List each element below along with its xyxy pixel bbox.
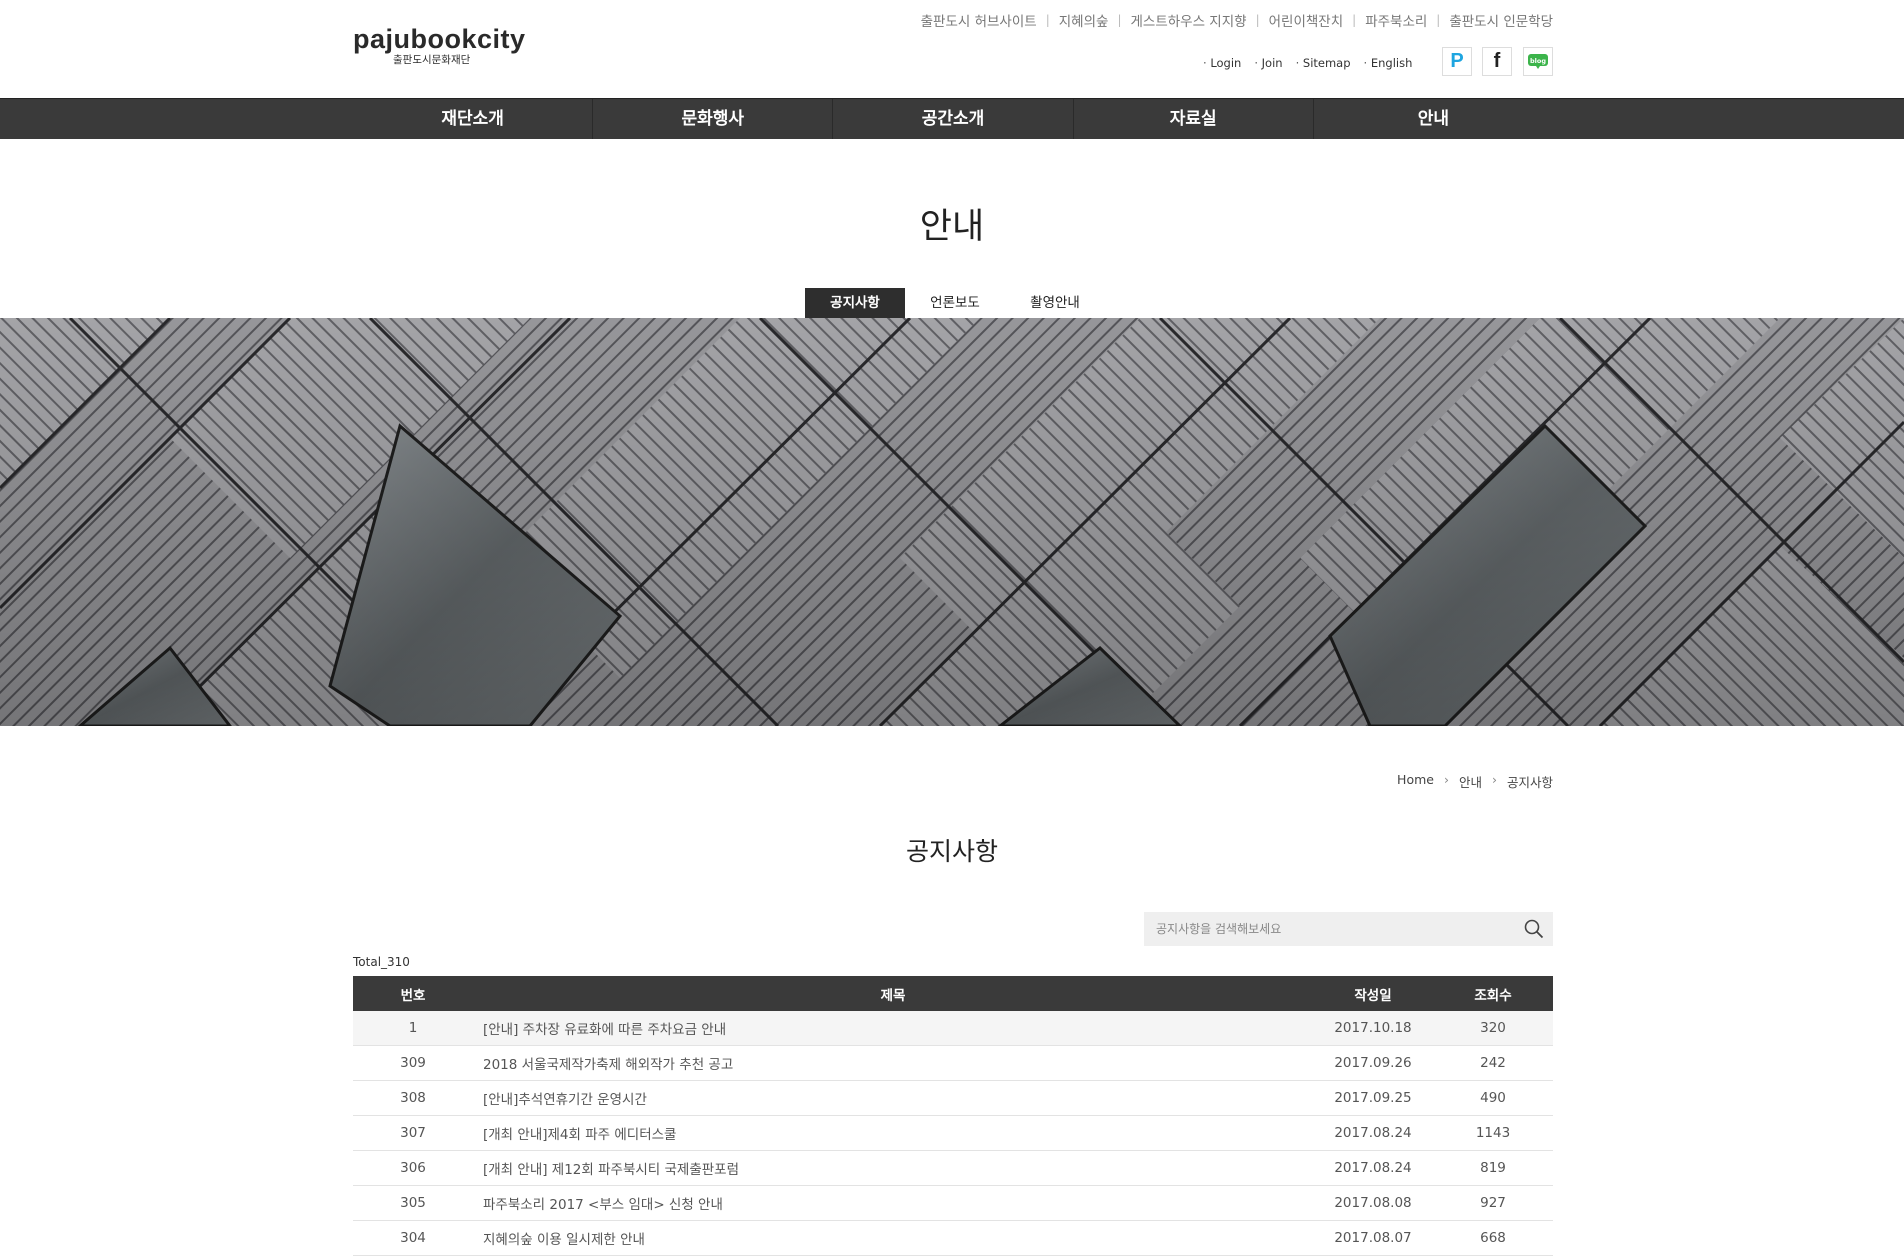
separator: | <box>1045 13 1050 27</box>
facebook-icon: f <box>1493 50 1501 72</box>
row-views: 668 <box>1433 1220 1553 1256</box>
site-header: pajubookcity 출판도시문화재단 출판도시 허브사이트 | 지혜의숲 … <box>0 0 1904 98</box>
utility-links: 출판도시 허브사이트 | 지혜의숲 | 게스트하우스 지지향 | 어린이책잔치 … <box>921 10 1553 30</box>
chevron-right-icon: › <box>1491 772 1497 787</box>
tab-filming-guide[interactable]: 촬영안내 <box>1005 288 1105 318</box>
row-title-link[interactable]: 파주북소리 2017 <부스 임대> 신청 안내 <box>473 1185 1313 1221</box>
breadcrumb: Home › 안내 › 공지사항 <box>1397 772 1553 791</box>
row-date: 2017.10.18 <box>1313 1011 1433 1046</box>
nav-archive[interactable]: 자료실 <box>1074 99 1314 139</box>
util-link-guesthouse[interactable]: 게스트하우스 지지향 <box>1130 10 1246 30</box>
tab-press[interactable]: 언론보도 <box>905 288 1005 318</box>
row-views: 242 <box>1433 1045 1553 1081</box>
column-header-views: 조회수 <box>1433 976 1553 1011</box>
row-title-link[interactable]: [안내]추석연휴기간 운영시간 <box>473 1080 1313 1116</box>
join-link[interactable]: Join <box>1254 56 1283 70</box>
nav-cultural-events[interactable]: 문화행사 <box>593 99 834 139</box>
table-row[interactable]: 1 [안내] 주차장 유료화에 따른 주차요금 안내 2017.10.18 32… <box>353 1011 1553 1046</box>
sns-post-button[interactable]: P <box>1442 47 1472 76</box>
nav-foundation[interactable]: 재단소개 <box>353 99 594 139</box>
table-row[interactable]: 308 [안내]추석연휴기간 운영시간 2017.09.25 490 <box>353 1080 1553 1116</box>
row-date: 2017.08.07 <box>1313 1220 1433 1256</box>
row-number: 306 <box>353 1150 473 1186</box>
row-views: 1143 <box>1433 1115 1553 1151</box>
tab-notices[interactable]: 공지사항 <box>805 288 905 318</box>
row-title-link[interactable]: [개최 안내] 제12회 파주북시티 국제출판포럼 <box>473 1150 1313 1186</box>
separator: | <box>1436 13 1441 27</box>
table-row[interactable]: 304 지혜의숲 이용 일시제한 안내 2017.08.07 668 <box>353 1220 1553 1256</box>
row-date: 2017.08.24 <box>1313 1115 1433 1151</box>
row-title-link[interactable]: 2018 서울국제작가축제 해외작가 추천 공고 <box>473 1045 1313 1081</box>
sns-blog-button[interactable]: blog <box>1523 47 1553 76</box>
logo-subtitle: 출판도시문화재단 <box>393 54 471 66</box>
search-box <box>1144 912 1553 946</box>
building-facade-image <box>0 318 1904 726</box>
blog-icon: blog <box>1530 56 1546 65</box>
row-views: 320 <box>1433 1011 1553 1046</box>
english-link[interactable]: English <box>1364 56 1413 70</box>
util-link-kids-book-fair[interactable]: 어린이책잔치 <box>1269 10 1344 30</box>
row-number: 1 <box>353 1011 473 1046</box>
breadcrumb-home[interactable]: Home <box>1397 772 1434 791</box>
util-link-booksori[interactable]: 파주북소리 <box>1365 10 1427 30</box>
separator: | <box>1117 13 1122 27</box>
column-header-number: 번호 <box>353 976 473 1011</box>
hero-banner-image <box>0 318 1904 726</box>
notice-table: 번호 제목 작성일 조회수 1 [안내] 주차장 유료화에 따른 주차요금 안내… <box>353 976 1553 1256</box>
board-title: 공지사항 <box>905 837 998 866</box>
row-date: 2017.08.08 <box>1313 1185 1433 1221</box>
search-input[interactable] <box>1144 912 1516 946</box>
total-count: Total_310 <box>353 955 410 969</box>
site-logo[interactable]: pajubookcity 출판도시문화재단 <box>353 24 526 68</box>
row-number: 304 <box>353 1220 473 1256</box>
table-row[interactable]: 307 [개최 안내]제4회 파주 에디터스쿨 2017.08.24 1143 <box>353 1115 1553 1151</box>
row-number: 307 <box>353 1115 473 1151</box>
row-title-link[interactable]: [개최 안내]제4회 파주 에디터스쿨 <box>473 1115 1313 1151</box>
main-navigation: 재단소개 문화행사 공간소개 자료실 안내 <box>0 98 1904 139</box>
login-link[interactable]: Login <box>1203 56 1241 70</box>
row-date: 2017.09.25 <box>1313 1080 1433 1116</box>
row-title-link[interactable]: [안내] 주차장 유료화에 따른 주차요금 안내 <box>473 1011 1313 1046</box>
logo-wordmark: pajubookcity <box>353 24 526 54</box>
row-number: 305 <box>353 1185 473 1221</box>
page-title: 안내 <box>919 207 985 247</box>
table-row[interactable]: 309 2018 서울국제작가축제 해외작가 추천 공고 2017.09.26 … <box>353 1045 1553 1081</box>
util-link-humanities[interactable]: 출판도시 인문학당 <box>1449 10 1553 30</box>
nav-guide[interactable]: 안내 <box>1314 99 1553 139</box>
row-views: 490 <box>1433 1080 1553 1116</box>
member-links: Login Join Sitemap English <box>1203 56 1412 70</box>
search-icon <box>1524 919 1544 939</box>
sub-tabs: 공지사항 언론보도 촬영안내 <box>805 288 1105 318</box>
row-views: 819 <box>1433 1150 1553 1186</box>
search-button[interactable] <box>1523 918 1545 940</box>
breadcrumb-guide[interactable]: 안내 <box>1459 772 1482 791</box>
row-title-link[interactable]: 지혜의숲 이용 일시제한 안내 <box>473 1220 1313 1256</box>
util-link-forest[interactable]: 지혜의숲 <box>1059 10 1109 30</box>
row-date: 2017.08.24 <box>1313 1150 1433 1186</box>
column-header-title: 제목 <box>473 976 1313 1011</box>
table-header-row: 번호 제목 작성일 조회수 <box>353 976 1553 1011</box>
sitemap-link[interactable]: Sitemap <box>1296 56 1351 70</box>
separator: | <box>1255 13 1260 27</box>
sns-facebook-button[interactable]: f <box>1482 47 1512 76</box>
row-number: 308 <box>353 1080 473 1116</box>
table-row[interactable]: 306 [개최 안내] 제12회 파주북시티 국제출판포럼 2017.08.24… <box>353 1150 1553 1186</box>
breadcrumb-notices[interactable]: 공지사항 <box>1507 772 1553 791</box>
row-date: 2017.09.26 <box>1313 1045 1433 1081</box>
row-views: 927 <box>1433 1185 1553 1221</box>
separator: | <box>1352 13 1357 27</box>
table-row[interactable]: 305 파주북소리 2017 <부스 임대> 신청 안내 2017.08.08 … <box>353 1185 1553 1221</box>
chevron-right-icon: › <box>1443 772 1449 787</box>
naver-post-icon: P <box>1450 50 1464 72</box>
nav-spaces[interactable]: 공간소개 <box>833 99 1074 139</box>
util-link-hub[interactable]: 출판도시 허브사이트 <box>921 10 1037 30</box>
row-number: 309 <box>353 1045 473 1081</box>
column-header-date: 작성일 <box>1313 976 1433 1011</box>
